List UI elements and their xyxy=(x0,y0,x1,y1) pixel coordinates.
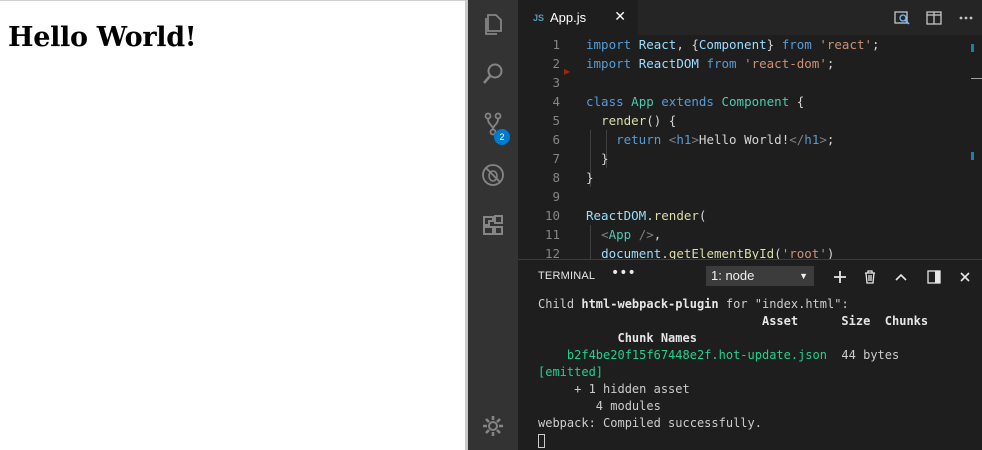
editor-tab-bar: JS App.js ✕ xyxy=(518,0,982,35)
terminal-line: + 1 hidden asset xyxy=(538,382,690,396)
close-icon[interactable] xyxy=(956,268,974,286)
code-line: 3 xyxy=(552,75,560,90)
code-line: 5 render() { xyxy=(552,113,677,128)
code-editor[interactable]: ▶ 1 import React, {Component} from 'react… xyxy=(518,35,982,259)
terminal-line: webpack: Compiled successfully. xyxy=(538,416,762,430)
terminal-line: Asset Size Chunks xyxy=(538,314,929,328)
debug-icon[interactable] xyxy=(468,154,518,196)
search-icon[interactable] xyxy=(468,53,518,95)
source-control-icon[interactable]: 2 xyxy=(468,103,518,145)
tab-label: App.js xyxy=(550,10,587,25)
code-line: 9 xyxy=(552,189,560,204)
terminal-line: Child html-webpack-plugin for "index.htm… xyxy=(538,297,849,311)
trash-icon[interactable] xyxy=(861,268,879,286)
code-line: 4 class App extends Component { xyxy=(552,94,805,109)
code-line: 10 ReactDOM.render( xyxy=(544,208,707,223)
code-line: 8} xyxy=(552,170,594,185)
page-heading: Hello World! xyxy=(8,22,197,53)
overview-ruler[interactable] xyxy=(968,35,982,259)
chevron-down-icon: ▼ xyxy=(799,271,808,281)
code-line: 1 import React, {Component} from 'react'; xyxy=(552,37,880,52)
tab-terminal[interactable]: TERMINAL xyxy=(538,270,595,282)
tab-app-js[interactable]: JS App.js ✕ xyxy=(518,0,638,35)
add-icon[interactable] xyxy=(831,268,849,286)
close-icon[interactable]: ✕ xyxy=(614,9,626,25)
more-actions-icon[interactable] xyxy=(956,8,976,28)
terminal-select-value: 1: node xyxy=(711,268,755,283)
editor-actions xyxy=(892,0,976,35)
gear-icon[interactable] xyxy=(468,405,518,447)
source-control-badge: 2 xyxy=(494,129,510,145)
browser-preview: Hello World! xyxy=(0,0,465,450)
terminal-output[interactable]: Child html-webpack-plugin for "index.htm… xyxy=(538,296,978,449)
terminal-panel: TERMINAL ••• 1: node ▼ Child html-webpac… xyxy=(518,259,982,450)
js-file-icon: JS xyxy=(533,12,545,23)
code-line: 6 return <h1>Hello World!</h1>; xyxy=(552,132,835,147)
explorer-icon[interactable] xyxy=(468,3,518,45)
code-line: 12 document.getElementById('root') xyxy=(544,246,835,259)
code-line: 2 import ReactDOM from 'react-dom'; xyxy=(552,56,835,71)
code-line: 11 <App />, xyxy=(544,227,662,242)
extensions-icon[interactable] xyxy=(468,204,518,246)
terminal-line: 4 modules xyxy=(538,399,661,413)
terminal-line: b2f4be20f15f67448e2f.hot-update.json 44 … xyxy=(538,348,900,362)
terminal-line: [emitted] xyxy=(538,365,604,379)
open-changes-icon[interactable] xyxy=(892,8,912,28)
code-line: 7 } xyxy=(552,151,609,166)
split-panel-icon[interactable] xyxy=(925,268,943,286)
chevron-up-icon[interactable] xyxy=(892,268,910,286)
split-editor-icon[interactable] xyxy=(924,8,944,28)
activity-bar: 2 xyxy=(468,0,518,450)
panel-more-icon[interactable]: ••• xyxy=(611,265,636,281)
terminal-select[interactable]: 1: node ▼ xyxy=(706,266,814,286)
terminal-cursor xyxy=(538,433,545,448)
terminal-line: Chunk Names xyxy=(538,331,697,345)
